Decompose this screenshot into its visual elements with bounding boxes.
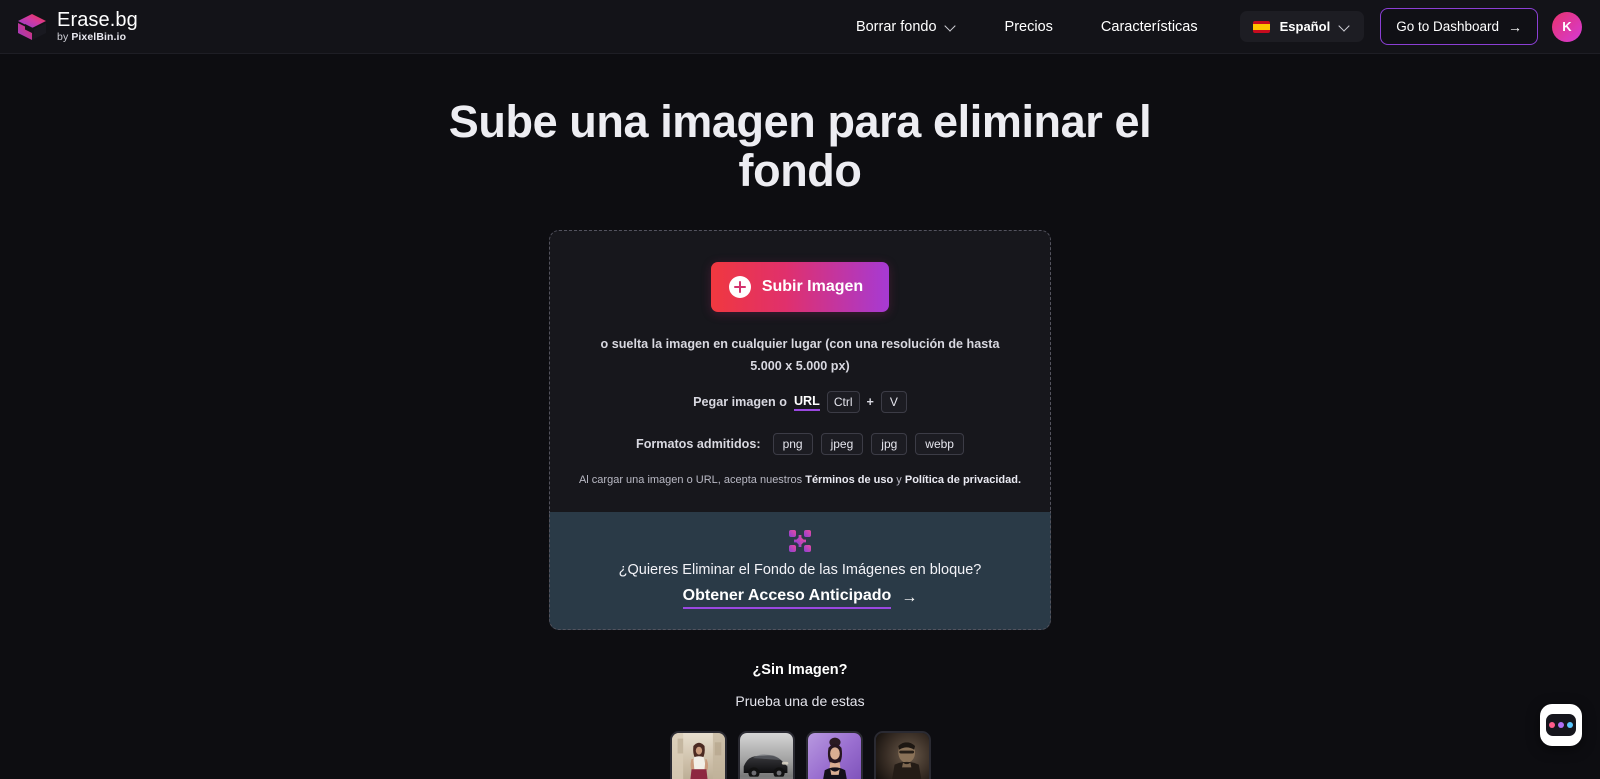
upload-image-label: Subir Imagen bbox=[761, 278, 864, 296]
supported-formats-label: Formatos admitidos: bbox=[636, 437, 761, 452]
nav-item-label: Borrar fondo bbox=[855, 18, 937, 35]
key-ctrl: Ctrl bbox=[826, 391, 860, 414]
chat-dot-pink bbox=[1549, 722, 1555, 729]
paste-url-link[interactable]: URL bbox=[793, 394, 820, 411]
upload-card: Subir Imagen o suelta la imagen en cualq… bbox=[549, 230, 1051, 631]
main-navigation: Borrar fondo Precios Características Esp… bbox=[842, 8, 1582, 45]
chat-support-icon bbox=[1546, 714, 1576, 737]
terms-of-use-link[interactable]: Términos de uso bbox=[805, 474, 893, 486]
spain-flag-icon bbox=[1252, 20, 1270, 33]
main-content: Sube una imagen para eliminar el fondo S… bbox=[0, 96, 1600, 779]
chevron-down-icon bbox=[946, 21, 957, 32]
dropzone[interactable]: Subir Imagen o suelta la imagen en cualq… bbox=[549, 230, 1051, 513]
nav-item-label: Precios bbox=[1004, 18, 1053, 35]
black-car-thumbnail[interactable] bbox=[737, 731, 795, 779]
bulk-upload-banner: ¿Quieres Eliminar el Fondo de las Imágen… bbox=[549, 512, 1051, 631]
site-header: Erase.bg by PixelBin.io Borrar fondo Pre… bbox=[0, 0, 1600, 54]
black-car-image bbox=[739, 733, 793, 779]
chat-dot-blue bbox=[1567, 722, 1573, 729]
language-selector[interactable]: Español bbox=[1239, 11, 1365, 42]
logo-byline-prefix: by bbox=[57, 31, 72, 44]
legal-consent-text: Al cargar una imagen o URL, acepta nuest… bbox=[576, 474, 1024, 486]
paste-row: Pegar imagen o URL Ctrl + V bbox=[576, 391, 1024, 414]
woman-street-fashion-image bbox=[671, 733, 725, 779]
get-early-access-link[interactable]: Obtener Acceso Anticipado → bbox=[682, 587, 918, 610]
plus-circle-icon bbox=[728, 276, 751, 299]
format-chip-png[interactable]: png bbox=[772, 433, 813, 456]
logo-byline: by PixelBin.io bbox=[57, 32, 138, 43]
format-chip-jpg[interactable]: jpg bbox=[871, 433, 908, 456]
paste-prefix-label: Pegar imagen o bbox=[693, 395, 787, 410]
woman-purple-background-image bbox=[807, 733, 861, 779]
avatar-initial: K bbox=[1562, 19, 1572, 34]
bulk-cluster-icon bbox=[789, 530, 811, 553]
language-label: Español bbox=[1279, 19, 1331, 34]
erasebg-diamond-logo-icon bbox=[18, 13, 46, 40]
go-to-dashboard-label: Go to Dashboard bbox=[1396, 19, 1499, 34]
chat-dot-purple bbox=[1558, 722, 1564, 729]
man-dark-portrait-image bbox=[875, 733, 929, 779]
avatar[interactable]: K bbox=[1552, 11, 1582, 42]
nav-item-caracteristicas[interactable]: Características bbox=[1087, 11, 1212, 43]
nav-item-precios[interactable]: Precios bbox=[991, 11, 1067, 43]
supported-formats-row: Formatos admitidos: png jpeg jpg webp bbox=[576, 433, 1024, 456]
sample-images-row bbox=[0, 731, 1600, 779]
format-chip-webp[interactable]: webp bbox=[915, 433, 964, 456]
chat-support-button[interactable] bbox=[1540, 704, 1582, 747]
get-early-access-label: Obtener Acceso Anticipado bbox=[682, 587, 892, 610]
upload-image-button[interactable]: Subir Imagen bbox=[710, 262, 890, 313]
arrow-right-icon: → bbox=[901, 589, 918, 607]
no-image-title: ¿Sin Imagen? bbox=[752, 662, 848, 679]
woman-street-fashion-thumbnail[interactable] bbox=[669, 731, 727, 779]
nav-item-borrar-fondo[interactable]: Borrar fondo bbox=[842, 11, 971, 43]
logo-byline-brand: PixelBin.io bbox=[71, 31, 127, 44]
logo[interactable]: Erase.bg by PixelBin.io bbox=[16, 10, 138, 43]
page-title: Sube una imagen para eliminar el fondo bbox=[448, 96, 1152, 196]
go-to-dashboard-button[interactable]: Go to Dashboard → bbox=[1380, 8, 1538, 45]
format-chip-jpeg[interactable]: jpeg bbox=[820, 433, 864, 456]
drop-hint-text: o suelta la imagen en cualquier lugar (c… bbox=[600, 337, 1000, 374]
chevron-down-icon bbox=[1340, 21, 1351, 32]
key-plus-separator: + bbox=[866, 395, 874, 410]
privacy-policy-link[interactable]: Política de privacidad. bbox=[905, 474, 1021, 486]
legal-conjunction: y bbox=[893, 474, 905, 487]
bulk-banner-question: ¿Quieres Eliminar el Fondo de las Imágen… bbox=[618, 562, 982, 579]
legal-prefix: Al cargar una imagen o URL, acepta nuest… bbox=[578, 474, 806, 487]
nav-item-label: Características bbox=[1100, 18, 1198, 35]
try-one-of-these-text: Prueba una de estas bbox=[735, 693, 865, 710]
key-v: V bbox=[880, 391, 907, 414]
arrow-right-icon: → bbox=[1508, 18, 1522, 35]
man-dark-portrait-thumbnail[interactable] bbox=[873, 731, 931, 779]
logo-title: Erase.bg bbox=[57, 9, 138, 32]
woman-purple-background-thumbnail[interactable] bbox=[805, 731, 863, 779]
